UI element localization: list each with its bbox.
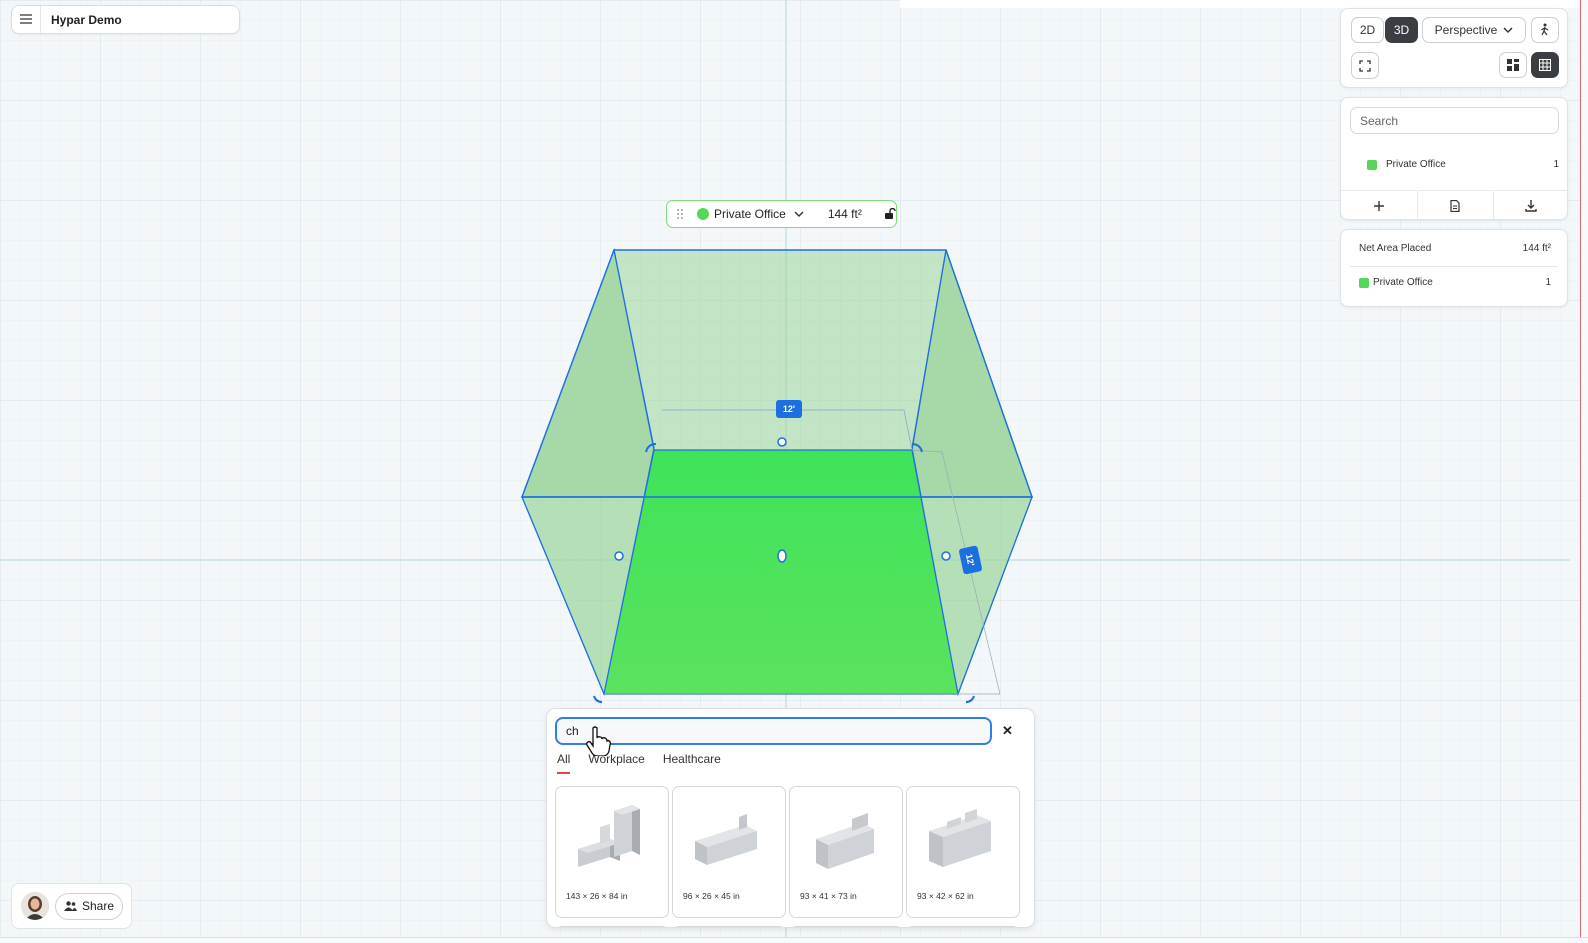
room-area: 144 ft²	[827, 207, 862, 221]
catalog-item-dims: 93 × 42 × 62 in	[917, 891, 974, 901]
room-volume	[520, 247, 1034, 703]
mode-3d-button[interactable]: 3D	[1385, 17, 1418, 43]
summary-divider	[1350, 266, 1558, 267]
share-button[interactable]: Share	[55, 892, 123, 920]
layout-grid-icon	[1507, 59, 1519, 71]
room-type-label: Private Office	[714, 207, 786, 221]
users-icon	[63, 901, 77, 911]
table-icon	[1539, 59, 1551, 71]
net-area-label: Net Area Placed	[1359, 243, 1432, 254]
download-button[interactable]	[1493, 190, 1568, 220]
area-summary-panel: Net Area Placed 144 ft² Private Office 1	[1340, 229, 1568, 307]
furniture-station-icon	[804, 799, 884, 884]
net-area-row: Net Area Placed 144 ft²	[1359, 243, 1551, 254]
walk-icon	[1540, 23, 1550, 37]
furniture-cabinet-tall-icon	[570, 799, 650, 884]
table-view-button[interactable]	[1531, 52, 1559, 78]
document-icon	[1450, 199, 1460, 212]
catalog-item[interactable]: 96 × 26 × 45 in	[672, 786, 786, 918]
plus-icon	[1373, 200, 1384, 211]
unlock-icon[interactable]	[884, 208, 896, 220]
fullscreen-icon	[1359, 59, 1371, 72]
window-edge-right	[1580, 0, 1588, 943]
summary-item-label: Private Office	[1373, 277, 1433, 288]
catalog-item[interactable]: 93 × 42 × 62 in	[906, 786, 1020, 918]
move-handle-center[interactable]	[777, 549, 787, 563]
project-title[interactable]: Hypar Demo	[41, 13, 122, 27]
hamburger-icon	[20, 11, 32, 29]
project-titlebar: Hypar Demo	[11, 5, 240, 34]
layer-item[interactable]: Private Office 1	[1367, 159, 1559, 170]
collaboration-panel: Share	[11, 883, 132, 929]
drag-grip-icon[interactable]	[675, 208, 685, 220]
room-label[interactable]: Private Office 144 ft²	[666, 200, 897, 228]
net-area-value: 144 ft²	[1522, 243, 1551, 254]
tab-all[interactable]: All	[557, 752, 571, 774]
catalog-item-dims: 93 × 41 × 73 in	[800, 891, 857, 901]
catalog-item[interactable]: 93 × 41 × 73 in	[789, 786, 903, 918]
avatar[interactable]	[21, 892, 49, 920]
share-label: Share	[81, 899, 115, 913]
layer-item-label: Private Office	[1386, 159, 1446, 170]
summary-item-count: 1	[1545, 277, 1551, 288]
fit-view-button[interactable]	[1351, 52, 1379, 79]
tab-healthcare[interactable]: Healthcare	[663, 752, 721, 774]
layer-color-swatch	[1367, 159, 1377, 170]
room-color-dot	[697, 208, 709, 220]
panels-layout-button[interactable]	[1499, 52, 1527, 78]
catalog-item-next-row[interactable]	[789, 926, 903, 927]
layer-item-count: 1	[1553, 159, 1559, 170]
add-layer-button[interactable]	[1341, 190, 1416, 220]
window-edge-bottom	[0, 937, 1588, 943]
summary-item[interactable]: Private Office 1	[1359, 277, 1551, 288]
import-file-button[interactable]	[1417, 190, 1492, 220]
room-floor	[603, 449, 959, 695]
layers-panel: Search Private Office 1	[1340, 97, 1568, 220]
top-strip	[900, 0, 1580, 8]
catalog-search-input[interactable]: ch	[555, 717, 992, 745]
chevron-down-icon	[1503, 27, 1513, 34]
view-controls-panel: 2D 3D Perspective	[1340, 8, 1568, 88]
furniture-counter-icon	[687, 799, 767, 884]
catalog-item-next-row[interactable]	[672, 926, 786, 927]
mode-2d-button[interactable]: 2D	[1351, 17, 1384, 43]
projection-select[interactable]: Perspective	[1422, 17, 1526, 43]
walk-mode-button[interactable]	[1531, 17, 1559, 43]
catalog-item-dims: 143 × 26 × 84 in	[566, 891, 628, 901]
furniture-desk-icon	[921, 799, 1001, 884]
close-icon[interactable]: ✕	[1002, 723, 1013, 739]
summary-color-swatch	[1359, 277, 1369, 288]
menu-button[interactable]	[12, 6, 41, 33]
projection-label: Perspective	[1434, 23, 1498, 37]
dimension-tag-width[interactable]: 12'	[776, 400, 802, 418]
edge-handle-right[interactable]	[941, 551, 951, 561]
edge-handle-left[interactable]	[614, 551, 624, 561]
catalog-item-next-row[interactable]	[555, 926, 669, 927]
room-type-select[interactable]: Private Office	[714, 207, 804, 221]
download-icon	[1525, 199, 1537, 212]
dimension-tag-depth-text: 12'	[964, 553, 977, 567]
edge-handle-top[interactable]	[777, 437, 787, 447]
catalog-item[interactable]: 143 × 26 × 84 in	[555, 786, 669, 918]
chevron-down-icon	[794, 207, 804, 221]
catalog-item-dims: 96 × 26 × 45 in	[683, 891, 740, 901]
catalog-popup: ch ✕ All Workplace Healthcare 143 × 26 ×…	[546, 708, 1035, 928]
layers-search-input[interactable]: Search	[1350, 107, 1559, 134]
catalog-item-next-row[interactable]	[906, 926, 1020, 927]
hand-cursor-icon	[585, 726, 611, 761]
